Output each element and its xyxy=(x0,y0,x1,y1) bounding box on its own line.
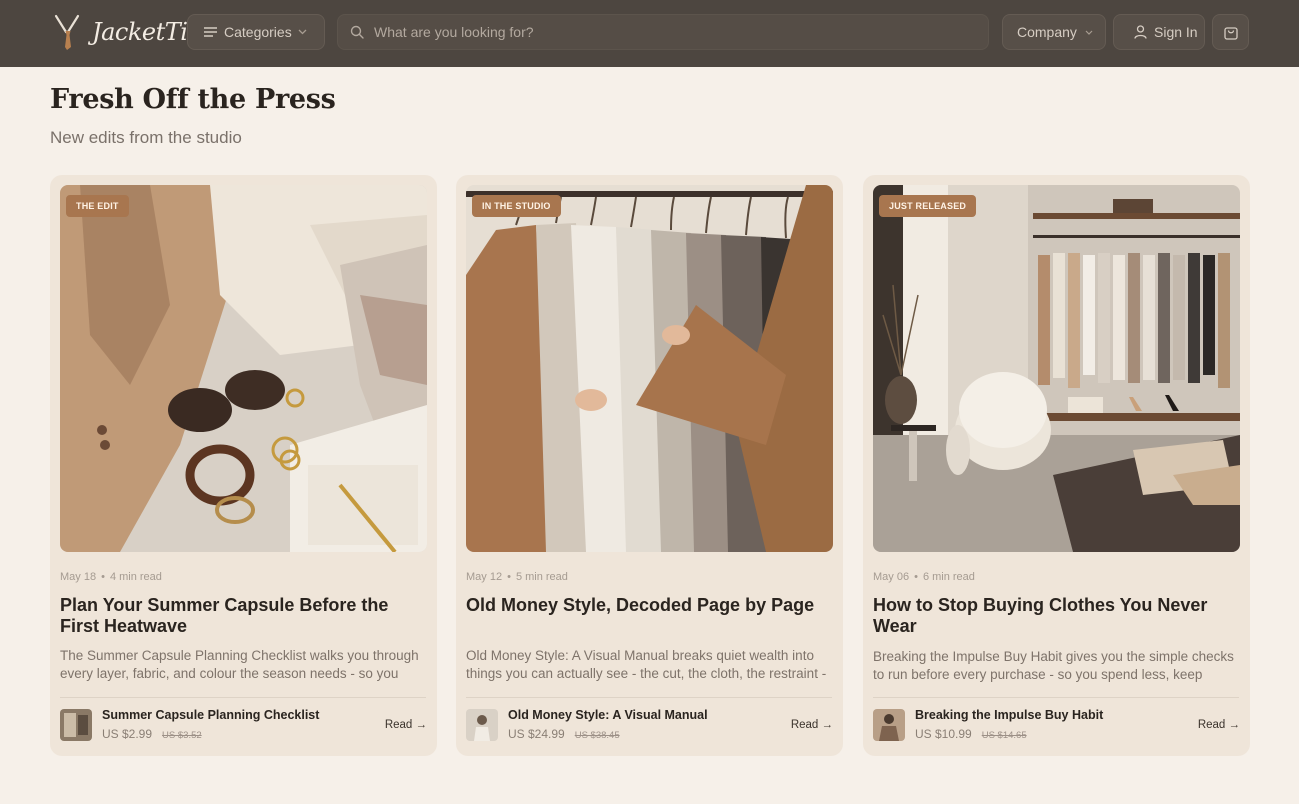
person-icon xyxy=(1134,25,1147,39)
flatlay-capsule-image xyxy=(60,185,427,552)
search-bar[interactable] xyxy=(337,14,989,50)
card-divider xyxy=(873,697,1239,698)
brand-logo[interactable]: JacketTie xyxy=(52,14,202,50)
cart-button[interactable] xyxy=(1212,14,1249,50)
section-title: Fresh Off the Press xyxy=(50,84,336,115)
card-divider xyxy=(60,697,426,698)
article-meta: May 06 • 6 min read xyxy=(873,571,975,583)
product-name: Summer Capsule Planning Checklist xyxy=(102,708,320,722)
featured-product[interactable]: Summer Capsule Planning Checklist US $2.… xyxy=(60,708,427,742)
article-date: May 18 xyxy=(60,571,97,583)
product-price: US $10.99 US $14.65 xyxy=(915,727,1027,741)
category-badge: IN THE STUDIO xyxy=(472,195,561,217)
original-price: US $38.45 xyxy=(574,730,620,741)
read-link[interactable]: Read → xyxy=(385,719,427,731)
article-card[interactable]: IN THE STUDIO May 12 • 5 min read Old Mone… xyxy=(456,175,843,756)
read-link[interactable]: Read → xyxy=(791,719,833,731)
article-description: Old Money Style: A Visual Manual breaks … xyxy=(466,648,827,681)
article-date: May 06 xyxy=(873,571,910,583)
read-time: 5 min read xyxy=(515,571,568,583)
tie-logo-icon xyxy=(54,14,80,50)
current-price: US $24.99 xyxy=(508,727,565,741)
product-thumbnail xyxy=(873,709,905,741)
product-price: US $2.99 US $3.52 xyxy=(102,727,202,741)
brand-name: JacketTie xyxy=(92,18,202,46)
article-image[interactable]: THE EDIT xyxy=(60,185,427,552)
product-thumbnail xyxy=(60,709,92,741)
read-time: 4 min read xyxy=(109,571,162,583)
clothing-rack-image xyxy=(466,185,833,552)
company-label: Company xyxy=(1017,24,1077,40)
article-title[interactable]: How to Stop Buying Clothes You Never Wea… xyxy=(873,595,1238,637)
sign-in-label: Sign In xyxy=(1154,24,1198,40)
article-description: Breaking the Impulse Buy Habit gives you… xyxy=(873,649,1234,682)
featured-product[interactable]: Old Money Style: A Visual Manual US $24.… xyxy=(466,708,833,742)
section-subtitle: New edits from the studio xyxy=(50,128,242,147)
article-meta: May 12 • 5 min read xyxy=(466,571,568,583)
company-menu-button[interactable]: Company xyxy=(1002,14,1106,50)
article-image[interactable]: JUST RELEASED xyxy=(873,185,1240,552)
search-input[interactable] xyxy=(374,24,954,40)
featured-product[interactable]: Breaking the Impulse Buy Habit US $10.99… xyxy=(873,708,1240,742)
chevron-down-icon xyxy=(1085,30,1093,35)
article-date: May 12 xyxy=(466,571,503,583)
sign-in-button[interactable]: Sign In xyxy=(1113,14,1205,50)
product-thumbnail xyxy=(466,709,498,741)
meta-separator: • xyxy=(507,571,511,583)
categories-label: Categories xyxy=(224,24,292,40)
article-card[interactable]: THE EDIT May 18 • 4 min read Plan Your Sum… xyxy=(50,175,437,756)
chevron-down-icon xyxy=(298,29,307,35)
meta-separator: • xyxy=(101,571,105,583)
card-divider xyxy=(466,697,832,698)
original-price: US $14.65 xyxy=(981,730,1027,741)
original-price: US $3.52 xyxy=(162,730,202,741)
article-meta: May 18 • 4 min read xyxy=(60,571,162,583)
shopping-bag-icon xyxy=(1223,27,1238,40)
category-badge: THE EDIT xyxy=(66,195,129,217)
read-link[interactable]: Read → xyxy=(1198,719,1240,731)
categories-button[interactable]: Categories xyxy=(187,14,325,50)
product-name: Old Money Style: A Visual Manual xyxy=(508,708,708,722)
article-title[interactable]: Old Money Style, Decoded Page by Page xyxy=(466,595,831,616)
product-price: US $24.99 US $38.45 xyxy=(508,727,620,741)
article-card[interactable]: JUST RELEASED May 06 • 6 min read How to S… xyxy=(863,175,1250,756)
menu-lines-icon xyxy=(204,27,217,37)
current-price: US $10.99 xyxy=(915,727,972,741)
top-navigation-bar: JacketTie Categories Company Sign In xyxy=(0,0,1299,67)
product-name: Breaking the Impulse Buy Habit xyxy=(915,708,1104,722)
article-description: The Summer Capsule Planning Checklist wa… xyxy=(60,648,419,681)
meta-separator: • xyxy=(914,571,918,583)
walk-in-closet-image xyxy=(873,185,1240,552)
current-price: US $2.99 xyxy=(102,727,153,741)
read-time: 6 min read xyxy=(922,571,975,583)
category-badge: JUST RELEASED xyxy=(879,195,977,217)
search-icon xyxy=(350,25,364,39)
article-image[interactable]: IN THE STUDIO xyxy=(466,185,833,552)
article-title[interactable]: Plan Your Summer Capsule Before the Firs… xyxy=(60,595,425,637)
